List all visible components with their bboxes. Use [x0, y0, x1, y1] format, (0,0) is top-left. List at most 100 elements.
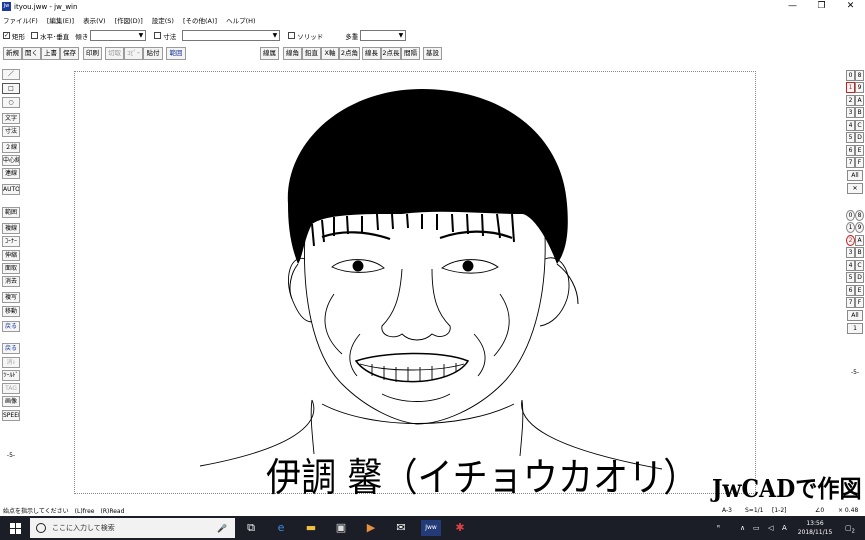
text-tool[interactable]: 文字: [2, 113, 20, 124]
angle-readout[interactable]: ∠0: [815, 505, 824, 516]
paste-button[interactable]: 貼付: [143, 47, 163, 60]
layer-group-1[interactable]: 1: [846, 222, 855, 233]
layer-c[interactable]: C: [855, 120, 864, 131]
menu-edit[interactable]: [編集(E)]: [47, 15, 74, 25]
media-player-icon[interactable]: ▶: [363, 520, 379, 536]
undo-tool[interactable]: 戻る: [2, 321, 20, 332]
layer-group-2[interactable]: 2: [846, 235, 855, 246]
layer-group-number[interactable]: 1: [847, 323, 863, 334]
line-length-button[interactable]: 線長: [362, 47, 381, 60]
layer-d[interactable]: D: [855, 132, 864, 143]
overwrite-button[interactable]: 上書: [41, 47, 60, 60]
menu-draw[interactable]: [作図(D)]: [115, 15, 143, 25]
people-icon[interactable]: ᴿ: [717, 516, 720, 540]
layer-group-7[interactable]: 7: [846, 297, 855, 308]
layer-group-0[interactable]: 0: [846, 210, 855, 221]
speed-tool[interactable]: SPEED: [2, 410, 20, 421]
layer-0[interactable]: 0: [846, 70, 855, 81]
layer-e[interactable]: E: [855, 145, 864, 156]
edge-browser-icon[interactable]: e: [273, 520, 289, 536]
layer-all-button[interactable]: All: [847, 170, 863, 181]
menu-file[interactable]: ファイル(F): [3, 15, 38, 25]
base-setting-button[interactable]: 基設: [423, 47, 442, 60]
layer-9[interactable]: 9: [855, 82, 864, 93]
copy-button[interactable]: ｺﾋﾟｰ: [124, 47, 143, 60]
close-button[interactable]: ✕: [836, 0, 865, 13]
chain-line-tool[interactable]: 連線: [2, 168, 20, 179]
range-tool[interactable]: 範囲: [2, 207, 20, 218]
layer-group-3[interactable]: 3: [846, 247, 855, 258]
layer-6[interactable]: 6: [846, 145, 855, 156]
notification-icon[interactable]: ▢2: [845, 516, 855, 540]
multi-combo[interactable]: ▼: [360, 30, 407, 41]
zoom-ratio[interactable]: × 0.48: [838, 505, 858, 516]
save-button[interactable]: 保存: [60, 47, 79, 60]
layer-group-c[interactable]: C: [855, 260, 864, 271]
taskbar-search-input[interactable]: ここに入力して検索 🎤: [30, 518, 235, 538]
new-button[interactable]: 新規: [3, 47, 22, 60]
chevron-up-icon[interactable]: ∧: [740, 516, 745, 540]
move-tool[interactable]: 移動: [2, 306, 20, 317]
layer-group-4[interactable]: 4: [846, 260, 855, 271]
app-badge-icon[interactable]: ✱: [452, 520, 468, 536]
app-icon[interactable]: Jw: [2, 2, 11, 11]
layer-group-d[interactable]: D: [855, 272, 864, 283]
layer-3[interactable]: 3: [846, 107, 855, 118]
maximize-button[interactable]: ❐: [807, 0, 836, 13]
windows-start-icon[interactable]: [10, 523, 21, 534]
layer-group-9[interactable]: 9: [855, 222, 864, 233]
line-angle-button[interactable]: 線角: [283, 47, 302, 60]
two-point-length-button[interactable]: 2点長: [381, 47, 401, 60]
interval-button[interactable]: 間隔: [401, 47, 420, 60]
copy-tool[interactable]: 複写: [2, 292, 20, 303]
task-view-icon[interactable]: ⧉: [243, 520, 259, 536]
store-icon[interactable]: ▣: [333, 520, 349, 536]
rect-tool[interactable]: □: [2, 83, 20, 94]
layer-group-e[interactable]: E: [855, 285, 864, 296]
layer-5[interactable]: 5: [846, 132, 855, 143]
layer-b[interactable]: B: [855, 107, 864, 118]
double-line-tool[interactable]: ２線: [2, 142, 20, 153]
menu-other[interactable]: [その他(A)]: [183, 15, 217, 25]
clock[interactable]: 13:56 2018/11/15: [793, 519, 837, 537]
tag-tool[interactable]: TAG: [2, 383, 20, 394]
layer-4[interactable]: 4: [846, 120, 855, 131]
layer-group-8[interactable]: 8: [855, 210, 864, 221]
layer-8[interactable]: 8: [855, 70, 864, 81]
drawing-canvas[interactable]: 伊調 馨（イチョウカオリ） JwCADで作図: [22, 64, 862, 504]
current-layer[interactable]: [1-2]: [772, 505, 786, 516]
layer-a[interactable]: A: [855, 95, 864, 106]
open-button[interactable]: 開く: [22, 47, 41, 60]
close-icon[interactable]: ✕: [847, 183, 863, 194]
paper-size[interactable]: A-3: [722, 505, 732, 516]
x-axis-button[interactable]: X軸: [321, 47, 339, 60]
center-line-tool[interactable]: 中心線: [2, 155, 20, 166]
range-button[interactable]: 範囲: [166, 47, 186, 60]
file-explorer-icon[interactable]: ▬: [303, 520, 319, 536]
undo-tool-2[interactable]: 戻る: [2, 343, 20, 354]
layer-group-5[interactable]: 5: [846, 272, 855, 283]
line-tool[interactable]: ／: [2, 69, 20, 80]
volume-icon[interactable]: ◁: [768, 516, 773, 540]
dim-checkbox[interactable]: 寸法: [154, 31, 176, 41]
vertical-button[interactable]: 鉛直: [302, 47, 321, 60]
stretch-tool[interactable]: 伸縮: [2, 250, 20, 261]
erase-redo-tool[interactable]: 消ﾚ: [2, 357, 20, 368]
circle-tool[interactable]: ○: [2, 97, 20, 108]
erase-tool[interactable]: 消去: [2, 276, 20, 287]
two-point-angle-button[interactable]: 2点角: [339, 47, 360, 60]
jw-cad-taskbar-icon[interactable]: Jww: [421, 520, 441, 536]
menu-view[interactable]: 表示(V): [83, 15, 106, 25]
print-button[interactable]: 印刷: [83, 47, 102, 60]
network-icon[interactable]: ▭: [753, 516, 760, 540]
layer-2[interactable]: 2: [846, 95, 855, 106]
tool-menu[interactable]: ﾂｰﾙﾄﾞ: [2, 370, 20, 381]
layer-7[interactable]: 7: [846, 157, 855, 168]
mail-icon[interactable]: ✉: [393, 520, 409, 536]
hv-checkbox[interactable]: 水平･垂直: [31, 31, 69, 41]
ime-indicator[interactable]: A: [782, 516, 787, 540]
layer-f[interactable]: F: [855, 157, 864, 168]
line-attr-button[interactable]: 線属: [260, 47, 279, 60]
minimize-button[interactable]: —: [778, 0, 807, 13]
rect-checkbox[interactable]: ✓ 矩形: [3, 31, 25, 41]
